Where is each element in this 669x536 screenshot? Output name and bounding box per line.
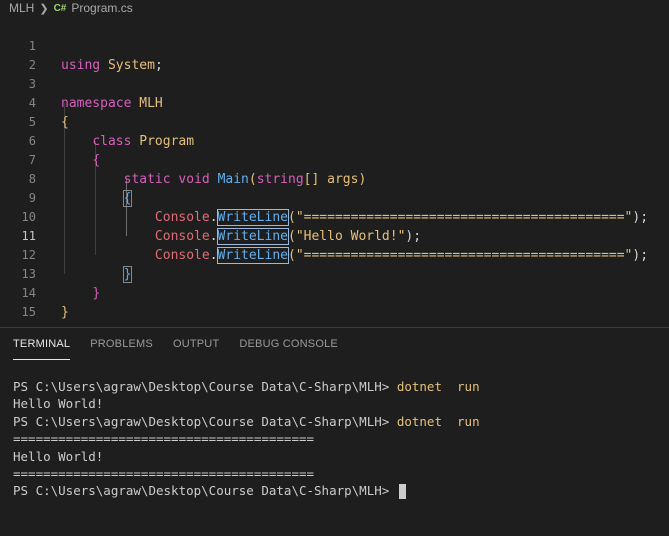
chevron-right-icon: ❯: [39, 2, 49, 15]
breadcrumb-file[interactable]: Program.cs: [71, 1, 132, 15]
terminal-prompt: PS C:\Users\agraw\Desktop\Course Data\C-…: [13, 413, 397, 429]
terminal-line: Hello World!: [13, 448, 104, 464]
panel-tabs: TERMINAL PROBLEMS OUTPUT DEBUG CONSOLE: [13, 338, 358, 360]
terminal-line: ========================================: [13, 465, 315, 481]
tab-terminal[interactable]: TERMINAL: [13, 338, 71, 360]
tab-problems[interactable]: PROBLEMS: [90, 338, 153, 360]
terminal-command: dotnet run: [396, 413, 480, 429]
code-line[interactable]: 4 {: [0, 75, 669, 130]
terminal-line: PS C:\Users\agraw\Desktop\Course Data\C-…: [13, 378, 663, 395]
terminal-prompt: PS C:\Users\agraw\Desktop\Course Data\C-…: [13, 483, 397, 499]
code-line[interactable]: 5 class Program: [0, 94, 669, 149]
terminal-output[interactable]: PS C:\Users\agraw\Desktop\Course Data\C-…: [13, 378, 663, 500]
tab-debug-console[interactable]: DEBUG CONSOLE: [239, 338, 338, 360]
terminal-prompt: PS C:\Users\agraw\Desktop\Course Data\C-…: [13, 379, 397, 394]
code-line[interactable]: 8 {: [0, 151, 669, 207]
breadcrumb: MLH ❯ C# Program.cs: [0, 0, 669, 16]
brace: }: [61, 305, 69, 320]
code-line[interactable]: 2: [0, 37, 669, 72]
breadcrumb-folder[interactable]: MLH: [9, 1, 34, 15]
terminal-cursor: [398, 484, 406, 500]
code-line[interactable]: 1 using System;: [0, 18, 669, 73]
terminal-line: Hello World!: [13, 396, 104, 412]
code-line[interactable]: 12 }: [0, 227, 669, 283]
panel-divider[interactable]: [0, 327, 669, 328]
code-line[interactable]: 7 static void Main(string[] args): [0, 132, 669, 187]
code-line[interactable]: 14 }: [0, 265, 669, 320]
terminal-line: ========================================: [13, 431, 315, 447]
code-line[interactable]: 6 {: [0, 113, 669, 168]
code-line[interactable]: 15: [0, 284, 669, 319]
tab-output[interactable]: OUTPUT: [173, 338, 219, 360]
code-line[interactable]: 3 namespace MLH: [0, 56, 669, 111]
code-line[interactable]: 9 Console.WriteLine("===================…: [0, 170, 669, 226]
code-line[interactable]: 10 Console.WriteLine("Hello World!");: [0, 189, 669, 245]
terminal-command: dotnet run: [396, 379, 480, 394]
code-editor[interactable]: 1 using System; 2 3 namespace MLH 4 { 5 …: [0, 18, 669, 320]
line-number: 15: [21, 305, 36, 319]
code-line[interactable]: 13 }: [0, 246, 669, 301]
terminal-line: PS C:\Users\agraw\Desktop\Course Data\C-…: [13, 413, 663, 430]
code-line-current[interactable]: 11 Console.WriteLine("==================…: [0, 208, 669, 264]
csharp-file-icon: C#: [53, 2, 67, 14]
terminal-line[interactable]: PS C:\Users\agraw\Desktop\Course Data\C-…: [13, 482, 663, 500]
